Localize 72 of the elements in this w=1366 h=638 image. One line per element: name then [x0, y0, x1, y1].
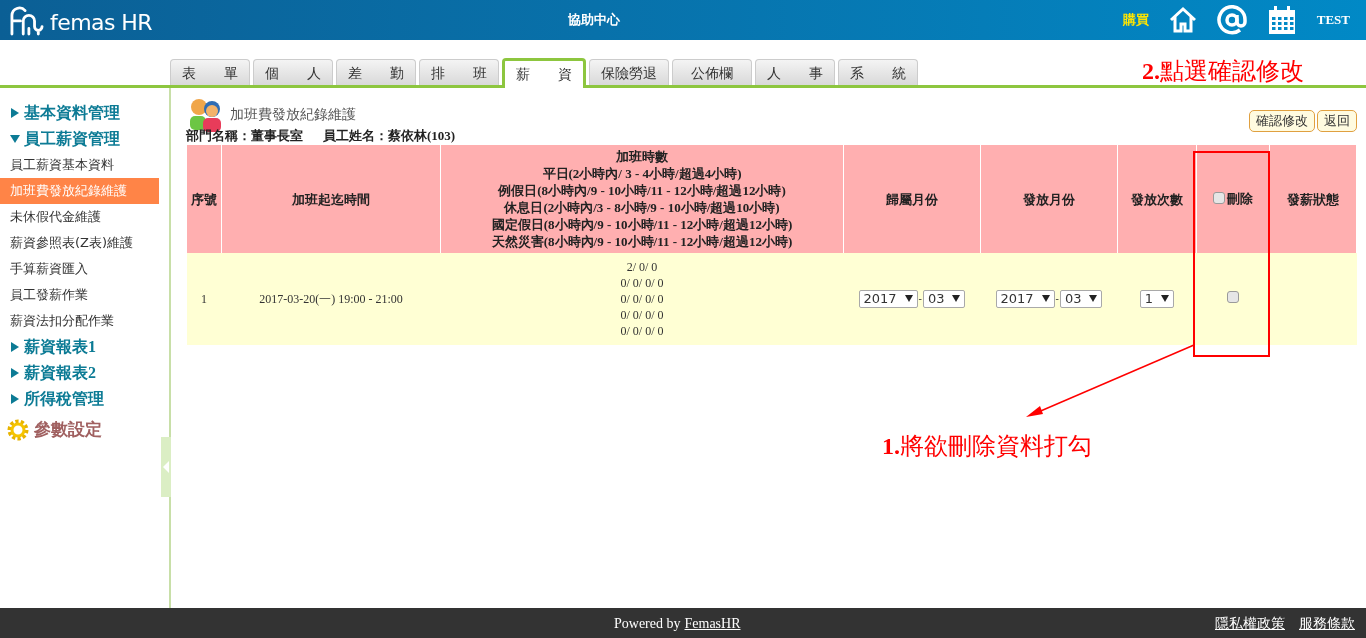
nav-tab[interactable]: 公佈欄: [672, 59, 752, 85]
sidebar-section[interactable]: 基本資料管理: [24, 101, 120, 125]
sidebar-item[interactable]: 員工薪資基本資料: [0, 152, 169, 178]
column-header: 序號: [186, 145, 222, 253]
nav-tab[interactable]: 差 勤: [336, 59, 416, 85]
count-select[interactable]: 1: [1139, 289, 1175, 308]
at-sign-icon[interactable]: [1216, 5, 1247, 35]
dropdown-caret-icon: [1041, 295, 1050, 303]
sidebar-section[interactable]: 薪資報表1: [24, 335, 96, 359]
footer-text: Powered by: [614, 614, 681, 633]
sidebar-item[interactable]: 薪資參照表(Z表)維護: [0, 230, 169, 256]
table-cell: 1: [186, 253, 222, 345]
date-separator: -: [918, 292, 922, 307]
section-toggle-icon[interactable]: [10, 368, 20, 378]
month-select[interactable]: 03: [922, 289, 966, 308]
gear-icon: [6, 418, 30, 442]
home-icon[interactable]: [1168, 6, 1197, 34]
dropdown-caret-icon: [1161, 295, 1170, 303]
nav-tab[interactable]: 個 人: [253, 59, 333, 85]
year-select[interactable]: 2017: [858, 289, 918, 308]
action-button[interactable]: 返回: [1317, 110, 1357, 132]
date-separator: -: [1055, 292, 1059, 307]
column-header: 刪除: [1196, 145, 1270, 253]
dropdown-caret-icon: [1089, 295, 1098, 303]
section-toggle-icon[interactable]: [10, 394, 20, 404]
nav-tab[interactable]: 排 班: [419, 59, 499, 85]
nav-tab[interactable]: 系 統: [838, 59, 918, 85]
annotation-text: 2.點選確認修改: [1142, 57, 1304, 86]
dropdown-caret-icon: [952, 295, 961, 303]
section-toggle-icon[interactable]: [10, 342, 20, 352]
column-header: 發放月份: [980, 145, 1118, 253]
footer-link[interactable]: 服務條款: [1299, 612, 1355, 634]
annotation-text: 1.將欲刪除資料打勾: [882, 432, 1092, 461]
checkbox[interactable]: [1227, 291, 1239, 303]
sidebar-item[interactable]: 薪資法扣分配作業: [0, 308, 169, 334]
sidebar-section[interactable]: 薪資報表2: [24, 361, 96, 385]
sidebar-section[interactable]: 員工薪資管理: [24, 127, 120, 151]
column-header: 加班時數 平日(2小時內/ 3 - 4小時/超過4小時) 例假日(8小時內/9 - 10小時/11 - 12小時/超過12小時) 休息日(2小時內/3 - 8小時/9 - 10小時/超過10小時) 國定假日(8小時內/9 - 10小時/11 - 12小時/超過12小時) 天然災害(8小時內/9 - 10小時/11 - 12小時/超過12小時): [440, 145, 844, 253]
dropdown-caret-icon: [904, 295, 913, 303]
brand-link[interactable]: FemasHR: [684, 612, 741, 634]
table-cell: 2017-03-20(一) 19:00 - 21:00: [221, 253, 441, 345]
logo-icon: [8, 4, 46, 36]
sidebar-item[interactable]: 手算薪資匯入: [0, 256, 169, 282]
logo-text: femas HR: [50, 12, 153, 34]
sidebar-section[interactable]: 所得稅管理: [24, 387, 104, 411]
calendar-icon[interactable]: [1266, 5, 1297, 35]
column-header: 加班起迄時間: [221, 145, 441, 253]
section-toggle-icon[interactable]: [10, 134, 20, 144]
nav-tab[interactable]: 表 單: [170, 59, 250, 85]
sidebar-item[interactable]: 未休假代金維護: [0, 204, 169, 230]
user-name[interactable]: TEST: [1316, 10, 1350, 30]
department-label: 部門名稱：董事長室: [186, 128, 303, 144]
column-header: 發薪狀態: [1269, 145, 1357, 253]
year-select[interactable]: 2017: [995, 289, 1055, 308]
help-center-link[interactable]: 協助中心: [568, 10, 748, 30]
column-header: 發放次數: [1117, 145, 1197, 253]
nav-tab[interactable]: 薪 資: [502, 58, 586, 88]
sidebar-section[interactable]: 參數設定: [34, 417, 102, 443]
section-toggle-icon[interactable]: [10, 108, 20, 118]
collapse-handle[interactable]: [161, 437, 171, 497]
nav-tab[interactable]: 保險勞退: [589, 59, 669, 85]
action-button[interactable]: 確認修改: [1249, 110, 1315, 132]
column-header: 歸屬月份: [843, 145, 981, 253]
sidebar-item[interactable]: 員工發薪作業: [0, 282, 169, 308]
footer-link[interactable]: 隱私權政策: [1215, 612, 1285, 634]
checkbox[interactable]: [1213, 192, 1225, 205]
month-select[interactable]: 03: [1059, 289, 1103, 308]
collapse-arrow-icon: [163, 461, 169, 473]
table-cell: 2/ 0/ 0 0/ 0/ 0/ 0 0/ 0/ 0/ 0 0/ 0/ 0/ 0 0/ 0/ 0/ 0: [440, 253, 844, 345]
page-title: 加班費發放紀錄維護: [230, 104, 356, 124]
nav-tab[interactable]: 人 事: [755, 59, 835, 85]
employee-label: 員工姓名：蔡依林(103): [323, 128, 456, 144]
